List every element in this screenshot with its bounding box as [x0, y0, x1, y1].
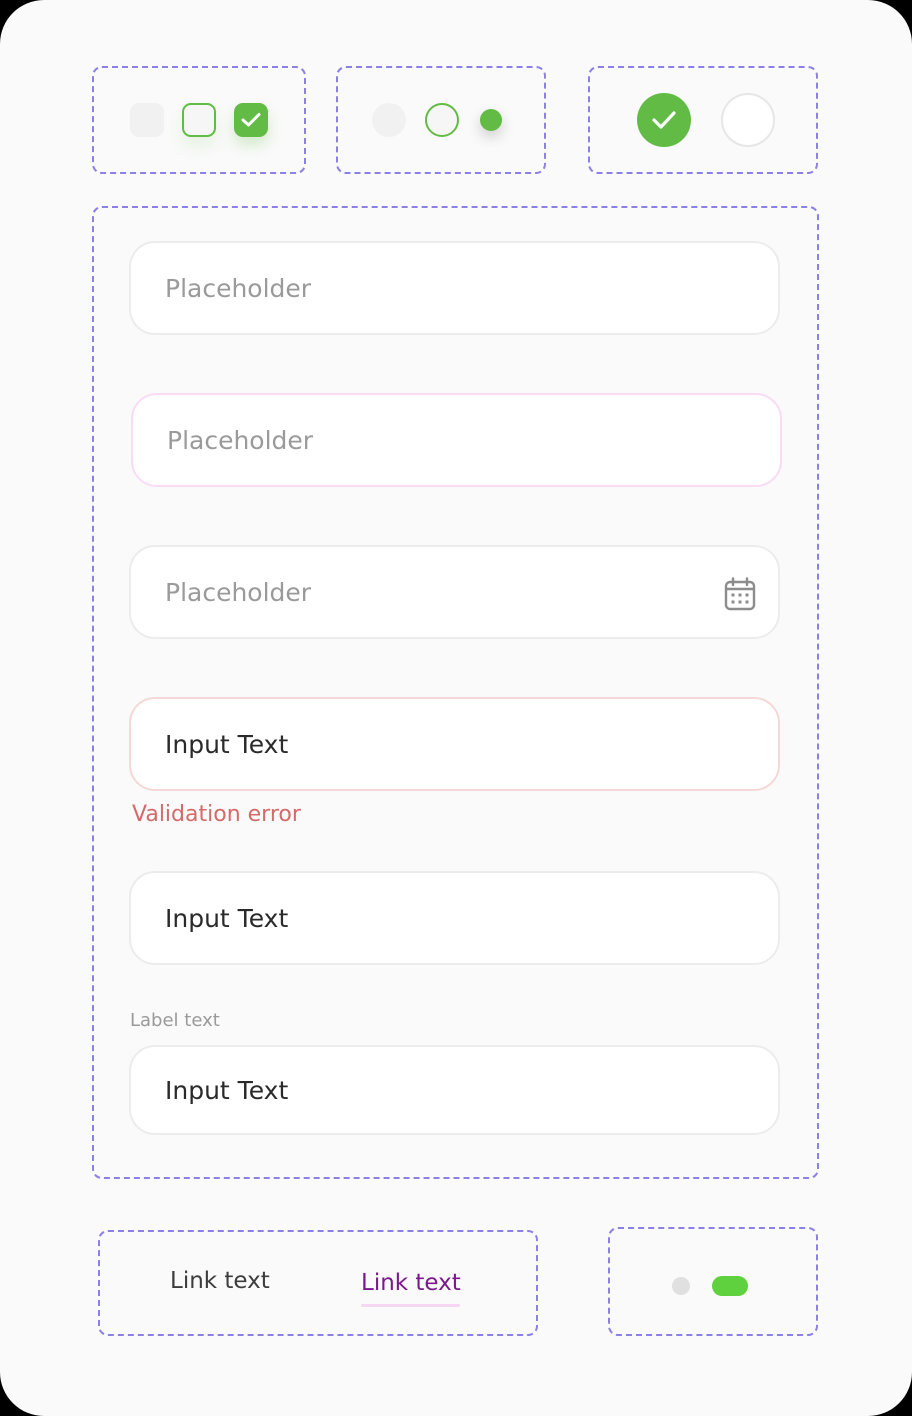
pagination-dot-inactive[interactable]: [672, 1277, 690, 1295]
input-value: Input Text: [165, 729, 289, 759]
checkbox-checked[interactable]: [234, 103, 268, 137]
calendar-icon[interactable]: [724, 577, 756, 611]
pagination-dot-active[interactable]: [712, 1276, 748, 1296]
link-active[interactable]: Link text: [361, 1270, 461, 1296]
input-fields-group: [92, 206, 819, 1179]
input-value: Input Text: [165, 903, 289, 933]
input-value: Input Text: [165, 1075, 289, 1105]
error-input[interactable]: Input Text: [129, 697, 780, 791]
checkbox-unchecked[interactable]: [182, 103, 216, 137]
circle-check-checked[interactable]: [637, 93, 691, 147]
field-label: Label text: [130, 1010, 220, 1031]
radio-disabled[interactable]: [372, 103, 406, 137]
link-default[interactable]: Link text: [170, 1268, 270, 1294]
checkbox-disabled[interactable]: [130, 103, 164, 137]
component-sheet: Placeholder Placeholder Placeholder Inpu…: [0, 0, 912, 1416]
validation-error-message: Validation error: [132, 802, 301, 827]
circle-check-unchecked[interactable]: [721, 93, 775, 147]
check-icon: [652, 111, 676, 129]
circle-check-group: [588, 66, 818, 174]
labeled-input[interactable]: Input Text: [129, 1045, 780, 1135]
radio-selected[interactable]: [480, 109, 502, 131]
radio-unselected[interactable]: [425, 103, 459, 137]
links-group: [98, 1230, 538, 1336]
placeholder-input[interactable]: Placeholder: [129, 241, 780, 335]
link-underline: [361, 1304, 460, 1307]
placeholder-input-focused[interactable]: Placeholder: [131, 393, 782, 487]
date-input[interactable]: Placeholder: [129, 545, 780, 639]
filled-input[interactable]: Input Text: [129, 871, 780, 965]
placeholder-text: Placeholder: [165, 273, 312, 303]
placeholder-text: Placeholder: [165, 577, 312, 607]
check-icon: [241, 113, 261, 127]
placeholder-text: Placeholder: [167, 425, 314, 455]
